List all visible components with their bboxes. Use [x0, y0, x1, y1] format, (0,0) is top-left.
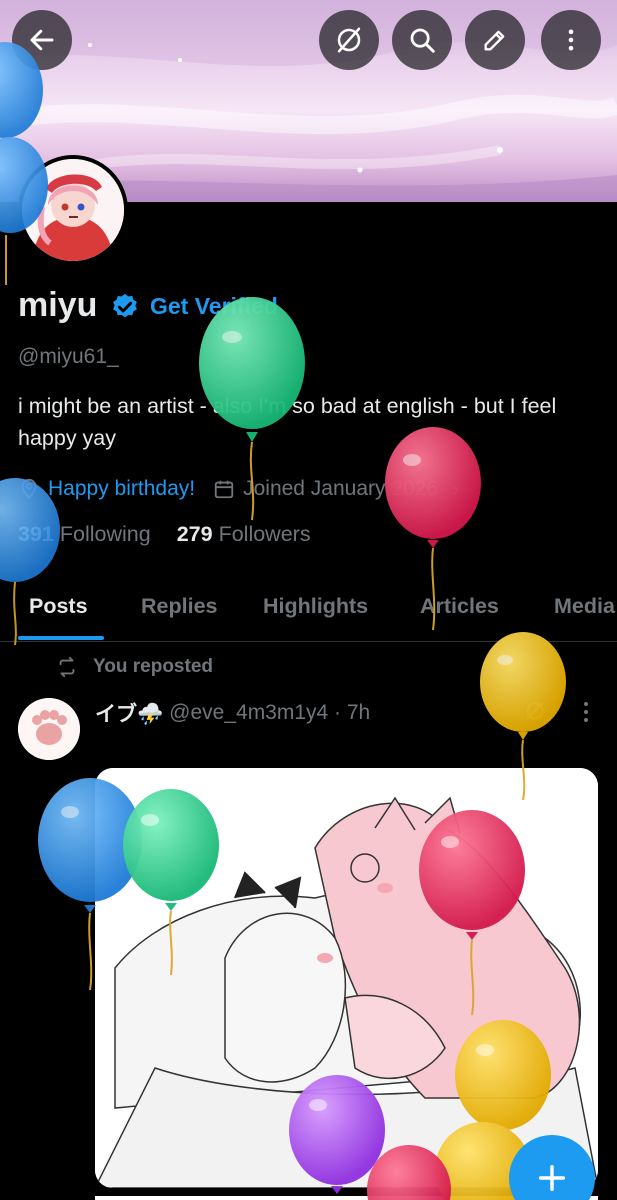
paw-avatar-icon — [18, 698, 80, 760]
edit-profile-button[interactable] — [465, 10, 525, 70]
calendar-icon — [214, 480, 234, 499]
plus-icon — [538, 1164, 566, 1192]
display-name: miyu — [18, 286, 98, 324]
post-author-name[interactable]: イブ⛈️ — [95, 698, 163, 728]
more-options-button[interactable] — [541, 10, 601, 70]
profile-avatar[interactable] — [18, 155, 128, 265]
profile-tabs: Posts Replies Highlights Articles Media — [0, 586, 617, 642]
more-vertical-icon — [568, 29, 574, 51]
edit-icon — [484, 30, 505, 51]
post-author-handle[interactable]: @eve_4m3m1y4 · 7h — [169, 701, 370, 725]
profile-bio: i might be an artist - also I'm so bad a… — [18, 394, 557, 450]
post-author-avatar[interactable] — [18, 698, 80, 760]
avatar-illustration — [22, 159, 124, 261]
get-verified-link[interactable]: Get Verified — [150, 293, 278, 320]
birthday-link[interactable]: Happy birthday! — [48, 477, 195, 501]
tab-posts[interactable]: Posts — [29, 594, 88, 619]
arrow-left-icon — [30, 29, 54, 51]
search-icon — [410, 28, 435, 53]
following-label: Following — [59, 522, 151, 546]
repost-icon — [59, 656, 75, 678]
tab-media[interactable]: Media — [554, 594, 615, 619]
post-illustration — [95, 768, 598, 1188]
chevron-right-icon[interactable]: › — [452, 476, 459, 502]
following-link[interactable]: 391 Following — [18, 522, 151, 547]
active-tab-indicator — [18, 636, 104, 640]
joined-date: Joined January 2026 — [243, 477, 439, 500]
tab-replies[interactable]: Replies — [141, 594, 217, 619]
repost-label: You reposted — [93, 656, 213, 677]
repost-indicator: You reposted — [55, 656, 213, 678]
followers-link[interactable]: 279 Followers — [177, 522, 311, 547]
back-button[interactable] — [12, 10, 72, 70]
followers-label: Followers — [218, 522, 311, 546]
profile-handle: @miyu61_ — [18, 345, 119, 368]
tab-articles[interactable]: Articles — [420, 594, 499, 619]
follow-stats: 391 Following 279 Followers — [18, 522, 337, 547]
followers-count: 279 — [176, 522, 213, 546]
post-image[interactable] — [95, 768, 598, 1188]
following-count: 391 — [18, 522, 54, 546]
grok-icon[interactable] — [522, 698, 548, 724]
grok-off-icon — [337, 27, 361, 53]
profile-meta: Happy birthday! Joined January 2026 › — [18, 474, 459, 504]
tab-highlights[interactable]: Highlights — [263, 594, 368, 619]
search-button[interactable] — [392, 10, 452, 70]
post-more-icon[interactable] — [576, 698, 596, 726]
grok-toggle-button[interactable] — [319, 10, 379, 70]
post-header: イブ⛈️ @eve_4m3m1y4 · 7h — [95, 698, 370, 728]
location-pin-icon — [21, 478, 37, 500]
verified-badge-icon[interactable] — [110, 292, 140, 322]
